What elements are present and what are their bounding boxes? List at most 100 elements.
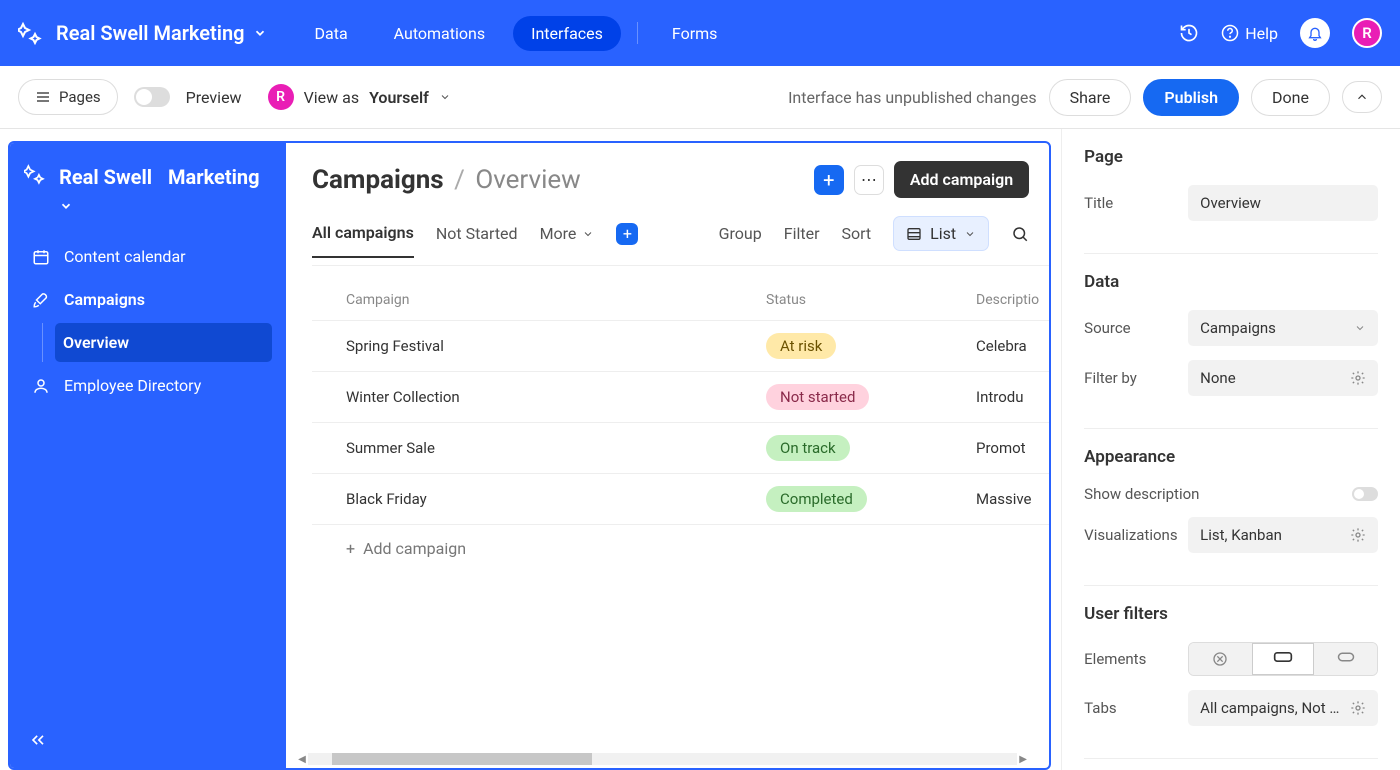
user-avatar[interactable]: R bbox=[1352, 18, 1382, 48]
show-description-toggle[interactable] bbox=[1352, 487, 1378, 501]
sparkle-icon bbox=[18, 21, 42, 45]
cell-campaign: Summer Sale bbox=[346, 439, 766, 457]
view-as-selector[interactable]: R View as Yourself bbox=[268, 84, 451, 110]
status-badge: On track bbox=[766, 435, 850, 461]
breadcrumb-root[interactable]: Campaigns bbox=[312, 165, 444, 195]
chevron-down-icon bbox=[964, 228, 976, 240]
sidebar-item-campaigns[interactable]: Campaigns bbox=[24, 280, 272, 319]
done-button[interactable]: Done bbox=[1251, 79, 1330, 116]
filterby-select[interactable]: None bbox=[1188, 360, 1378, 396]
expand-button[interactable] bbox=[1342, 81, 1382, 113]
filter-button[interactable]: Filter bbox=[784, 224, 820, 243]
view-mode-dropdown[interactable]: List bbox=[893, 216, 989, 251]
sidebar-item-label: Employee Directory bbox=[64, 376, 201, 395]
add-tab-button[interactable]: + bbox=[616, 223, 638, 245]
add-row-button[interactable]: + Add campaign bbox=[312, 525, 1049, 572]
interface-sidebar: Real Swell Marketing Content calendar Ca… bbox=[10, 143, 286, 768]
section-heading-data: Data bbox=[1084, 272, 1378, 292]
help-button[interactable]: Help bbox=[1221, 24, 1278, 43]
elements-opt-pill[interactable] bbox=[1314, 643, 1377, 675]
preview-label: Preview bbox=[186, 88, 242, 107]
nav-interfaces[interactable]: Interfaces bbox=[513, 16, 621, 51]
tab-not-started[interactable]: Not Started bbox=[436, 224, 518, 257]
pages-button[interactable]: Pages bbox=[18, 79, 118, 115]
field-icon bbox=[1273, 651, 1293, 663]
breadcrumb-current: Overview bbox=[475, 165, 580, 195]
properties-panel: Page Title Overview Data Source Campaign… bbox=[1061, 129, 1400, 770]
breadcrumb: Campaigns / Overview bbox=[312, 165, 581, 195]
list-icon bbox=[906, 226, 922, 242]
rocket-icon bbox=[32, 291, 50, 309]
app-header: Real Swell Marketing Data Automations In… bbox=[0, 0, 1400, 66]
prop-label-source: Source bbox=[1084, 319, 1174, 337]
table-row[interactable]: Black FridayCompletedMassive bbox=[312, 474, 1049, 525]
status-badge: Completed bbox=[766, 486, 867, 512]
table-row[interactable]: Spring FestivalAt riskCelebra bbox=[312, 321, 1049, 372]
add-campaign-button[interactable]: Add campaign bbox=[894, 161, 1029, 198]
viewas-avatar: R bbox=[268, 84, 294, 110]
column-header-campaign[interactable]: Campaign bbox=[346, 292, 766, 308]
preview-toggle[interactable] bbox=[134, 87, 170, 107]
chevron-down-icon bbox=[1354, 322, 1366, 334]
cell-description: Celebra bbox=[976, 337, 1039, 355]
more-options-button[interactable]: ⋯ bbox=[854, 165, 884, 195]
visualizations-select[interactable]: List, Kanban bbox=[1188, 517, 1378, 553]
sort-button[interactable]: Sort bbox=[841, 224, 871, 243]
notifications-button[interactable] bbox=[1300, 18, 1330, 48]
chevron-down-icon bbox=[582, 228, 594, 240]
search-icon bbox=[1011, 225, 1029, 243]
sidebar-item-overview[interactable]: Overview bbox=[55, 323, 272, 362]
cell-status: Completed bbox=[766, 486, 976, 512]
interface-preview: Real Swell Marketing Content calendar Ca… bbox=[8, 141, 1051, 770]
tabs-select[interactable]: All campaigns, Not … bbox=[1188, 690, 1378, 726]
publish-button[interactable]: Publish bbox=[1143, 79, 1239, 116]
chevron-down-icon bbox=[439, 91, 451, 103]
content-area: Campaigns / Overview + ⋯ Add campaign Al… bbox=[286, 143, 1049, 768]
search-button[interactable] bbox=[1011, 225, 1029, 243]
sidebar-item-employee-directory[interactable]: Employee Directory bbox=[24, 366, 272, 405]
table-row[interactable]: Summer SaleOn trackPromot bbox=[312, 423, 1049, 474]
base-name[interactable]: Real Swell Marketing bbox=[56, 21, 267, 45]
campaigns-table: Campaign Status Descriptio Spring Festiv… bbox=[312, 280, 1049, 572]
share-button[interactable]: Share bbox=[1049, 79, 1132, 116]
nav-automations[interactable]: Automations bbox=[376, 16, 503, 51]
prop-label-title: Title bbox=[1084, 194, 1174, 212]
title-input[interactable]: Overview bbox=[1188, 185, 1378, 221]
source-select[interactable]: Campaigns bbox=[1188, 310, 1378, 346]
person-icon bbox=[32, 377, 50, 395]
pill-icon bbox=[1337, 651, 1355, 663]
plus-icon: + bbox=[346, 539, 355, 558]
group-button[interactable]: Group bbox=[719, 224, 762, 243]
cell-status: Not started bbox=[766, 384, 976, 410]
nav-forms[interactable]: Forms bbox=[654, 16, 736, 51]
prop-label-viz: Visualizations bbox=[1084, 526, 1174, 544]
app-title[interactable]: Real Swell Marketing bbox=[24, 163, 272, 213]
add-element-button[interactable]: + bbox=[814, 165, 844, 195]
cell-description: Massive bbox=[976, 490, 1039, 508]
prop-label-showdesc: Show description bbox=[1084, 485, 1338, 503]
collapse-sidebar-button[interactable] bbox=[28, 730, 48, 750]
sparkle-icon bbox=[24, 163, 45, 185]
prop-label-tabs: Tabs bbox=[1084, 699, 1174, 717]
nav-data[interactable]: Data bbox=[297, 16, 366, 51]
column-header-description[interactable]: Descriptio bbox=[976, 292, 1039, 308]
column-header-status[interactable]: Status bbox=[766, 292, 976, 308]
chevrons-left-icon bbox=[28, 730, 48, 750]
status-badge: At risk bbox=[766, 333, 836, 359]
sidebar-item-content-calendar[interactable]: Content calendar bbox=[24, 237, 272, 276]
elements-opt-none[interactable] bbox=[1189, 643, 1252, 675]
sidebar-item-label: Campaigns bbox=[64, 290, 145, 309]
elements-opt-field[interactable] bbox=[1252, 643, 1315, 675]
history-icon[interactable] bbox=[1179, 23, 1199, 43]
elements-tri-select[interactable] bbox=[1188, 642, 1378, 676]
horizontal-scrollbar[interactable]: ◀ ▶ bbox=[296, 752, 1029, 766]
section-heading-userfilters: User filters bbox=[1084, 604, 1378, 624]
tab-all-campaigns[interactable]: All campaigns bbox=[312, 223, 414, 258]
sidebar-item-label: Content calendar bbox=[64, 247, 186, 266]
gear-icon bbox=[1350, 700, 1366, 716]
base-logo[interactable]: Real Swell Marketing bbox=[18, 21, 267, 45]
table-row[interactable]: Winter CollectionNot startedIntrodu bbox=[312, 372, 1049, 423]
cell-status: At risk bbox=[766, 333, 976, 359]
x-circle-icon bbox=[1212, 651, 1228, 667]
tab-more[interactable]: More bbox=[540, 224, 595, 257]
